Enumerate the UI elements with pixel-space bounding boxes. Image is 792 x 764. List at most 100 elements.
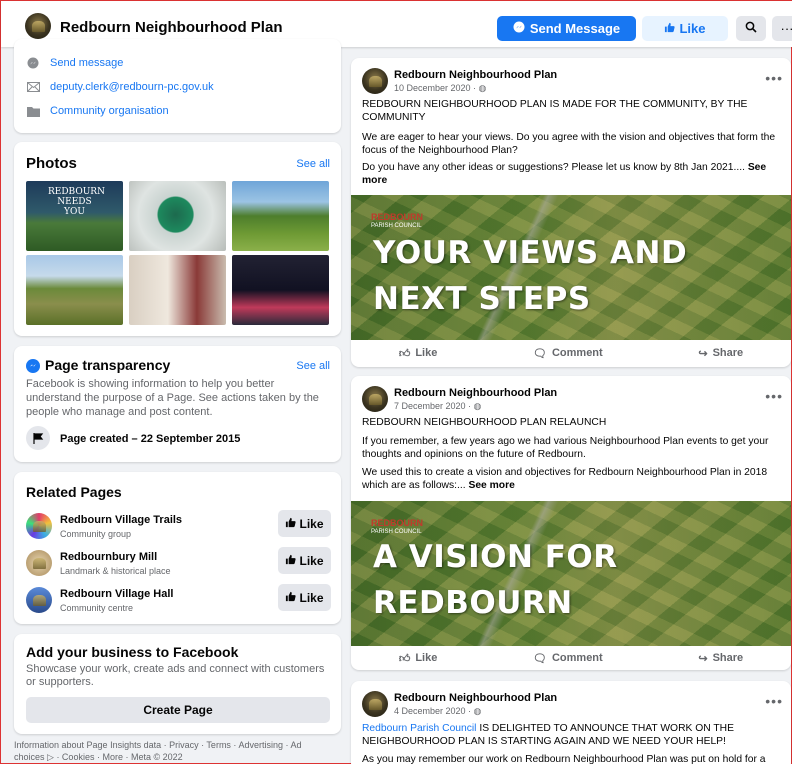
comment-icon: 🗨︎ xyxy=(533,652,547,665)
banner-headline: NEXT STEPS xyxy=(373,281,591,317)
folder-icon xyxy=(26,104,40,118)
post-author-avatar[interactable] xyxy=(362,68,388,94)
post-like-button[interactable]: 👍︎ Like xyxy=(399,652,438,665)
related-page-item[interactable]: Redbournbury Mill Landmark & historical … xyxy=(26,547,331,579)
post-text: Redbourn Parish Council IS DELIGHTED TO … xyxy=(362,722,787,748)
post-author[interactable]: Redbourn Neighbourhood Plan xyxy=(394,387,557,399)
globe-icon: ◍ xyxy=(478,83,487,93)
post-2: Redbourn Neighbourhood Plan 7 December 2… xyxy=(351,376,791,670)
related-page-name[interactable]: Redbourn Village Trails xyxy=(60,514,182,526)
photos-see-all[interactable]: See all xyxy=(296,158,330,170)
email-text: deputy.clerk@redbourn-pc.gov.uk xyxy=(50,81,214,93)
post-options-icon[interactable]: ••• xyxy=(765,693,783,709)
share-icon: ↪ xyxy=(698,347,708,360)
transparency-see-all[interactable]: See all xyxy=(296,360,330,372)
create-page-button[interactable]: Create Page xyxy=(26,697,330,723)
category-link[interactable]: Community organisation xyxy=(26,104,169,118)
like-label: Like xyxy=(679,21,706,36)
more-icon: ··· xyxy=(780,21,792,36)
related-page-category: Community centre xyxy=(60,603,134,613)
thumbs-up-icon xyxy=(285,554,297,568)
post-like-button[interactable]: 👍︎ Like xyxy=(399,347,438,360)
photos-title: Photos xyxy=(26,155,77,172)
thumbs-up-icon: 👍︎ xyxy=(398,652,411,665)
related-page-like-button[interactable]: Like xyxy=(278,547,331,574)
page-title[interactable]: Redbourn Neighbourhood Plan xyxy=(60,19,282,36)
photo-6[interactable] xyxy=(232,255,329,325)
post-comment-button[interactable]: 🗨︎ Comment xyxy=(533,652,603,665)
like-page-button[interactable]: Like xyxy=(642,16,728,41)
comment-label: Comment xyxy=(551,347,603,359)
thumbs-up-icon xyxy=(285,591,297,605)
see-more-link[interactable]: See more xyxy=(468,480,514,491)
photo-5[interactable] xyxy=(129,255,226,325)
post-text: We used this to create a vision and obje… xyxy=(362,466,787,492)
like-label: Like xyxy=(415,652,438,664)
related-page-like-button[interactable]: Like xyxy=(278,584,331,611)
globe-icon: ◍ xyxy=(473,706,482,716)
post-image[interactable]: REDBOURN PARISH COUNCIL YOUR VIEWS AND NE… xyxy=(351,195,791,340)
page-avatar[interactable] xyxy=(25,13,51,39)
photo-4[interactable] xyxy=(26,255,123,325)
post-share-button[interactable]: ↪ Share xyxy=(698,652,743,665)
send-message-label: Send Message xyxy=(529,21,621,36)
post-date[interactable]: 10 December 2020 · ◍ xyxy=(394,83,486,94)
like-label: Like xyxy=(299,553,324,568)
post-text: Do you have any other ideas or suggestio… xyxy=(362,161,787,187)
post-date[interactable]: 4 December 2020 · ◍ xyxy=(394,706,481,717)
post-text-line: Do you have any other ideas or suggestio… xyxy=(362,162,748,173)
send-message-link[interactable]: Send message xyxy=(26,56,123,70)
photo-1[interactable]: REDBOURN NEEDS YOU xyxy=(26,181,123,251)
related-page-like-button[interactable]: Like xyxy=(278,510,331,537)
search-button[interactable] xyxy=(736,16,766,41)
more-button[interactable]: ··· xyxy=(772,16,792,41)
related-page-avatar xyxy=(26,513,52,539)
like-label: Like xyxy=(299,590,324,605)
email-link[interactable]: deputy.clerk@redbourn-pc.gov.uk xyxy=(26,80,214,94)
flag-icon xyxy=(26,426,50,450)
post-date-text: 4 December 2020 · xyxy=(394,706,474,716)
post-options-icon[interactable]: ••• xyxy=(765,70,783,86)
thumbs-up-icon xyxy=(285,517,297,531)
page-created-text: Page created – 22 September 2015 xyxy=(60,433,241,445)
messenger-icon xyxy=(513,21,525,36)
post-author[interactable]: Redbourn Neighbourhood Plan xyxy=(394,692,557,704)
post-text: REDBOURN NEIGHBOURHOOD PLAN IS MADE FOR … xyxy=(362,99,748,123)
post-text: If you remember, a few years ago we had … xyxy=(362,436,769,460)
related-page-category: Community group xyxy=(60,529,132,539)
post-actions: 👍︎ Like 🗨︎ Comment ↪ Share xyxy=(351,645,791,671)
post-image[interactable]: REDBOURN PARISH COUNCIL A VISION FOR REDB… xyxy=(351,501,791,646)
logo-subtext: PARISH COUNCIL xyxy=(371,529,422,535)
related-page-item[interactable]: Redbourn Village Hall Community centre L… xyxy=(26,584,331,616)
related-page-avatar xyxy=(26,550,52,576)
related-page-name[interactable]: Redbourn Village Hall xyxy=(60,588,174,600)
photo-2[interactable] xyxy=(129,181,226,251)
thumbs-up-icon xyxy=(664,21,676,36)
photos-card: Photos See all REDBOURN NEEDS YOU xyxy=(14,142,341,336)
post-author[interactable]: Redbourn Neighbourhood Plan xyxy=(394,69,557,81)
comment-icon: 🗨︎ xyxy=(533,347,547,360)
post-author-avatar[interactable] xyxy=(362,386,388,412)
related-pages-card: Related Pages Redbourn Village Trails Co… xyxy=(14,472,341,624)
send-message-text: Send message xyxy=(50,57,124,69)
related-pages-title: Related Pages xyxy=(26,484,122,500)
photo-3[interactable] xyxy=(232,181,329,251)
post-options-icon[interactable]: ••• xyxy=(765,388,783,404)
footer-links[interactable]: Information about Page Insights data · P… xyxy=(14,739,314,763)
messenger-icon xyxy=(26,56,40,70)
logo-text: REDBOURN xyxy=(371,518,424,528)
post-text: As you may remember our work on Redbourn… xyxy=(362,754,766,764)
send-message-button[interactable]: Send Message xyxy=(497,16,636,41)
add-business-description: Showcase your work, create ads and conne… xyxy=(26,663,325,688)
related-page-category: Landmark & historical place xyxy=(60,566,171,576)
post-comment-button[interactable]: 🗨︎ Comment xyxy=(533,347,603,360)
post-date[interactable]: 7 December 2020 · ◍ xyxy=(394,401,481,412)
post-share-button[interactable]: ↪ Share xyxy=(698,347,743,360)
share-label: Share xyxy=(712,347,744,359)
post-author-avatar[interactable] xyxy=(362,691,388,717)
globe-icon: ◍ xyxy=(473,401,482,411)
related-page-item[interactable]: Redbourn Village Trails Community group … xyxy=(26,510,331,542)
mention-link[interactable]: Redbourn Parish Council xyxy=(362,723,476,734)
post-3: Redbourn Neighbourhood Plan 4 December 2… xyxy=(351,681,791,764)
related-page-name[interactable]: Redbournbury Mill xyxy=(60,551,157,563)
